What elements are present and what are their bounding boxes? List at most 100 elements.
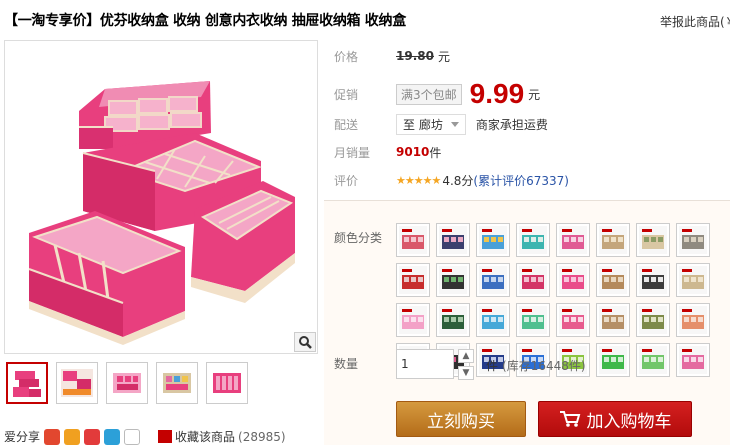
swatch-thumbnail-icon [519,266,547,294]
color-swatch-hot-pink[interactable] [556,263,590,297]
color-swatch-mint[interactable] [516,303,550,337]
thumbnail-4[interactable] [156,362,198,404]
color-swatch-pink-dot[interactable] [556,223,590,257]
color-swatch-pink-pattern[interactable] [676,343,710,377]
share-label: 爱分享 [4,430,41,444]
delivery-destination-select[interactable]: 至 廊坊 [396,113,466,135]
color-swatch-red-white[interactable] [396,223,430,257]
stock-unit: 件 [486,359,499,373]
color-swatch-dark-green[interactable] [436,303,470,337]
swatch-thumbnail-icon [599,266,627,294]
color-swatch-blue-box[interactable] [476,263,510,297]
add-to-cart-label: 加入购物车 [586,411,672,432]
thumbnail-5[interactable] [206,362,248,404]
color-swatch-grey-khaki[interactable] [676,223,710,257]
rating-stars-icon: ★★★★★ [396,173,441,187]
color-swatch-cream-print[interactable] [636,223,670,257]
stock-count: (库存16448件) [502,359,586,373]
color-swatch-beige-pattern[interactable] [596,223,630,257]
swatch-thumbnail-icon [559,306,587,334]
promo-unit: 元 [528,87,541,102]
swatch-thumbnail-icon [399,266,427,294]
review-count-link[interactable]: (累计评价67337) [473,172,569,189]
color-swatch-khaki-brown[interactable] [596,263,630,297]
stock-info: 件 (库存16448件) [486,357,586,374]
swatch-thumbnail-icon [479,306,507,334]
swatch-thumbnail-icon [519,226,547,254]
delivery-label: 配送 [334,117,359,132]
color-swatch-rose-red[interactable] [516,263,550,297]
delivery-note: 商家承担运费 [475,117,548,132]
color-swatch-cyan[interactable] [476,303,510,337]
review-row: 评价 ★★★★★ 4.8分 (累计评价67337) [334,170,569,190]
buy-now-label: 立刻购买 [427,411,495,432]
price-unit: 元 [437,49,450,64]
rating-score: 4.8分 [442,173,474,188]
weibo-icon[interactable] [44,428,61,445]
swatch-thumbnail-icon [439,226,467,254]
color-swatch-blue-cartoon[interactable] [476,223,510,257]
price-label: 价格 [334,49,359,64]
quantity-decrease-button[interactable]: ▼ [458,366,474,380]
quantity-label: 数量 [334,357,359,371]
delivery-row: 配送 至 廊坊 商家承担运费 [334,113,548,135]
swatch-thumbnail-icon [559,226,587,254]
sku-panel: 颜色分类 数量 1 ▲ ▼ 件 (库存16448件) 立刻购买 加入购物车 [324,200,730,445]
zoom-button[interactable] [294,332,316,352]
swatch-thumbnail-icon [599,226,627,254]
report-link[interactable]: 举报此商品(￥ [660,13,730,30]
sales-unit: 件 [429,145,442,160]
thumbnail-2[interactable] [56,362,98,404]
swatch-thumbnail-icon [399,306,427,334]
thumbnail-strip [6,362,248,404]
color-label: 颜色分类 [334,231,383,245]
swatch-thumbnail-icon [679,306,707,334]
color-swatch-light-green[interactable] [636,343,670,377]
promo-badge: 满3个包邮 [396,83,462,105]
sales-row: 月销量 9010 件 [334,142,441,162]
swatch-thumbnail-icon [679,346,707,374]
quantity-increase-button[interactable]: ▲ [458,349,474,363]
color-swatch-navy-floral[interactable] [436,223,470,257]
swatch-thumbnail-icon [479,266,507,294]
color-swatch-green[interactable] [596,343,630,377]
qzone-icon[interactable] [64,428,81,445]
promo-price: 9.99 [469,78,525,109]
buy-now-button[interactable]: 立刻购买 [396,401,526,437]
price-row: 价格 19.80 元 [334,46,450,66]
favorite-button[interactable]: 收藏该商品 (28985) [158,428,286,445]
tencent-weibo-icon[interactable] [84,428,101,445]
color-swatch-teal[interactable] [516,223,550,257]
swatch-thumbnail-icon [599,346,627,374]
share-bar: 爱分享 收藏该商品 (28985) [4,428,286,445]
quantity-input[interactable]: 1 [396,349,454,379]
color-swatch-cow-print[interactable] [636,263,670,297]
thumbnail-3[interactable] [106,362,148,404]
color-swatch-pink-red[interactable] [556,303,590,337]
swatch-thumbnail-icon [519,306,547,334]
swatch-thumbnail-icon [639,226,667,254]
color-swatch-light-pink[interactable] [396,303,430,337]
main-product-image [4,40,318,354]
cart-icon [559,411,580,427]
magnifier-icon [299,336,312,349]
chevron-down-icon [450,121,459,127]
color-swatch-olive-dot[interactable] [636,303,670,337]
swatch-thumbnail-icon [639,266,667,294]
color-swatch-red-box[interactable] [396,263,430,297]
kaixin-icon[interactable] [104,428,121,445]
more-share-icon[interactable] [124,428,141,445]
sales-count: 9010 [396,145,430,159]
favorite-label: 收藏该商品 [175,430,236,444]
color-swatch-tan[interactable] [596,303,630,337]
review-label: 评价 [334,173,359,188]
add-to-cart-button[interactable]: 加入购物车 [538,401,692,437]
color-swatch-peach[interactable] [676,303,710,337]
thumbnail-1[interactable] [6,362,48,404]
swatch-thumbnail-icon [599,306,627,334]
color-swatch-beige[interactable] [676,263,710,297]
swatch-thumbnail-icon [439,306,467,334]
promo-label: 促销 [334,87,359,102]
color-swatch-black-stripe[interactable] [436,263,470,297]
promo-row: 促销 满3个包邮 9.99 元 [334,78,541,109]
